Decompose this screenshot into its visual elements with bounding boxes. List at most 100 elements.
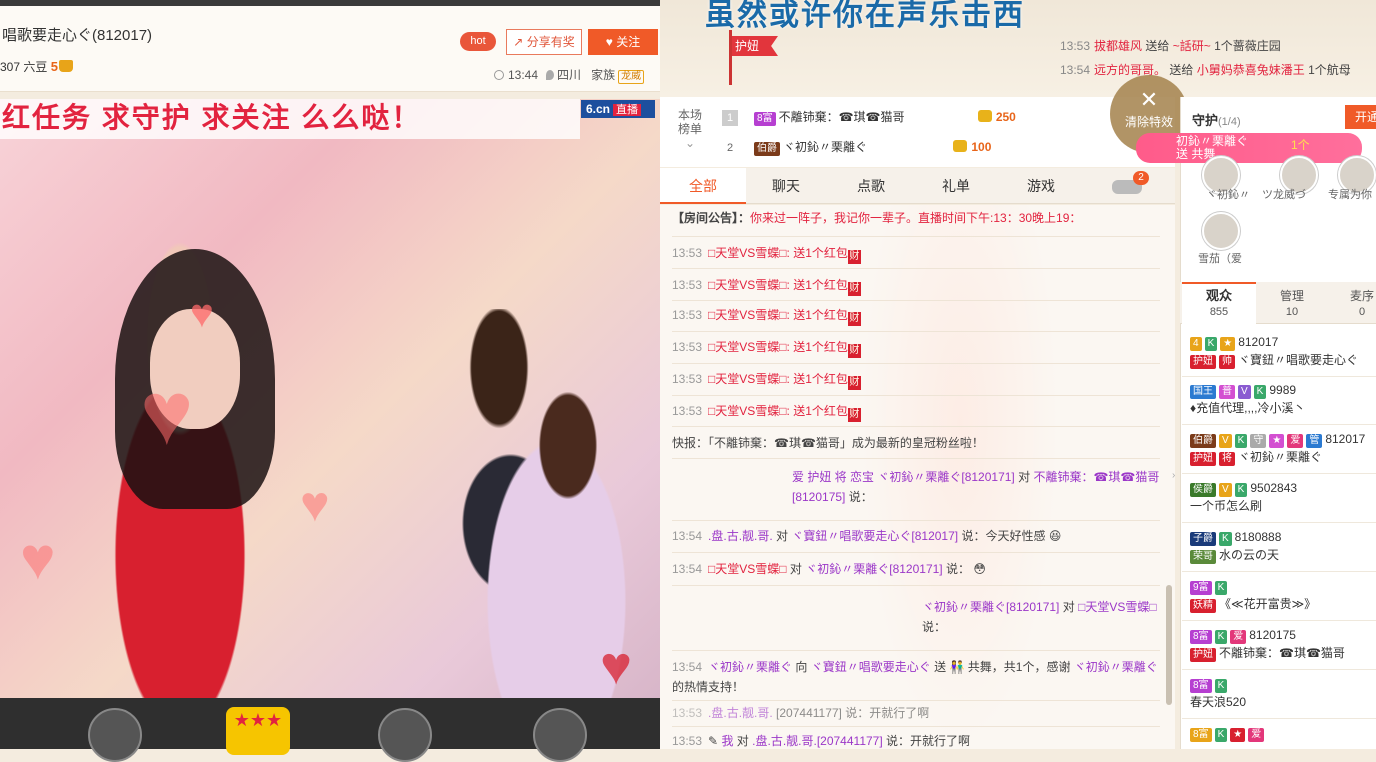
share-button[interactable]: ↗ 分享有奖 xyxy=(506,29,582,55)
guard-name: 专属为你 xyxy=(1328,189,1372,201)
room-subinfo: 307 六豆 5 xyxy=(0,58,73,75)
chevron-down-icon: ⌄ xyxy=(684,136,696,150)
red-envelope-icon: 财 xyxy=(847,282,861,296)
mic-seat-avatar[interactable] xyxy=(533,708,587,762)
audience-item[interactable]: 侯爵 V K 9502843 一个币怎么刷 xyxy=(1190,479,1297,515)
divider xyxy=(672,236,1160,237)
chat-dance-gift: 13:54 ヾ初鈊〃栗離ぐ 向 ヾ寶鈕〃唱歌要走心ぐ 送 👫 共舞，共1个，感谢 … xyxy=(672,660,1158,694)
ranking-row[interactable]: 1 8富 不離铈棄：☎琪☎猫哥 250 xyxy=(722,105,1016,129)
live-tag: 直播 xyxy=(613,104,642,116)
open-guard-button[interactable]: 开通 xyxy=(1345,105,1376,129)
audience-item[interactable]: 子爵 K 8180888 荣哥 水の云の天 xyxy=(1190,528,1281,564)
red-envelope-icon: 财 xyxy=(847,344,861,358)
divider xyxy=(672,650,1160,651)
divider xyxy=(672,520,1160,521)
heart-effect: ♥ xyxy=(140,364,194,464)
divider xyxy=(672,268,1160,269)
red-envelope-icon: 财 xyxy=(847,408,861,422)
gift-star-icon[interactable]: ★★★ xyxy=(226,707,290,755)
tab-games[interactable]: 游戏 xyxy=(998,168,1084,204)
chat-gift-line: 13:53 □天堂VS雪蝶□: 送1个红包财 xyxy=(672,372,861,390)
chat-message: 13:54 .盘.古.靓.哥. 对 ヾ寶鈕〃唱歌要走心ぐ[812017] 说：今天… xyxy=(672,529,1062,543)
flag-pole xyxy=(729,30,732,85)
chat-gift-line: 13:53 □天堂VS雪蝶□: 送1个红包财 xyxy=(672,278,861,296)
scrolling-big-text: 虽然或许你在声乐击西 xyxy=(705,0,1025,32)
follow-button[interactable]: ♥ 关注 xyxy=(588,29,658,55)
chat-message: ヾ初鈊〃栗離ぐ[8120171] 对 □天堂VS雪蝶□ 说： xyxy=(922,600,1157,634)
tab-mic-queue[interactable]: 麦序 0 xyxy=(1328,288,1376,320)
edit-icon: ✎ xyxy=(708,734,719,748)
collapse-arrow-icon[interactable]: › xyxy=(1172,470,1180,490)
video-player[interactable]: ♥ ♥ ♥ ♥ ♥ 红任务 求守护 求关注 么么哒！ 6.cn 直播 xyxy=(0,99,660,698)
chat-gift-line: 13:53 □天堂VS雪蝶□: 送1个红包财 xyxy=(672,246,861,264)
smile-emoji-icon: 😆 xyxy=(1048,529,1062,543)
tab-gift-list[interactable]: 礼单 xyxy=(913,168,999,204)
guard-title: 守护(1/4) xyxy=(1192,113,1241,128)
flash-news: 快报：「不離铈棄：☎琪☎猫哥」成为最新的皇冠粉丝啦！ xyxy=(672,436,984,450)
chat-scrollbar[interactable] xyxy=(1166,585,1172,705)
audience-item[interactable]: 8富 K 春天浪520 xyxy=(1190,675,1246,711)
divider xyxy=(1182,376,1376,377)
beans-count: 307 六豆 xyxy=(0,60,48,74)
live-time: 13:44 xyxy=(508,68,539,82)
audience-item[interactable]: 8富 K 爱 8120175 护妞 不離铈棄：☎琪☎猫哥 xyxy=(1190,626,1345,662)
audience-item[interactable]: 8富 K ★ 爱 xyxy=(1190,724,1267,742)
divider xyxy=(1182,718,1376,719)
guard-flag[interactable]: 护妞 xyxy=(732,36,778,56)
divider xyxy=(1182,424,1376,425)
heart-effect: ♥ xyxy=(190,292,214,336)
car-count-badge: 2 xyxy=(1133,171,1149,185)
tab-chat[interactable]: 聊天 xyxy=(743,168,829,204)
guard-name: ツ龙威づ xyxy=(1262,189,1306,201)
room-title: 唱歌要走心ぐ(812017) xyxy=(2,27,153,44)
sad-emoji-icon: 😳 xyxy=(973,562,986,576)
tab-song[interactable]: 点歌 xyxy=(828,168,914,204)
divider xyxy=(672,458,1160,459)
family-badge[interactable]: 龙威 xyxy=(618,70,645,84)
mic-seat-avatar[interactable] xyxy=(378,708,432,762)
hot-badge: hot xyxy=(460,32,496,51)
guard-avatar[interactable] xyxy=(1202,212,1240,250)
audience-item[interactable]: 伯爵 V K 守 ★ 爱管 812017 护妞将ヾ初鈊〃栗離ぐ xyxy=(1190,430,1365,466)
ranking-row[interactable]: 2 伯爵 ヾ初鈊〃栗離ぐ 100 xyxy=(722,135,991,159)
logo-text: 6.cn xyxy=(586,102,611,116)
audience-item[interactable]: 9富 K 妖精 《≪花开富贵≫》 xyxy=(1190,577,1316,613)
gift-tip-banner: 初鈊〃栗離ぐ 1个 送 共舞 xyxy=(1136,133,1362,163)
tab-all[interactable]: 全部 xyxy=(660,168,746,204)
chat-message: 13:54 □天堂VS雪蝶□ 对 ヾ初鈊〃栗離ぐ[8120171] 说： 😳 xyxy=(672,562,986,576)
coins-icon xyxy=(977,110,992,122)
tab-audience[interactable]: 观众 855 xyxy=(1185,288,1253,320)
divider xyxy=(1182,473,1376,474)
gift-broadcast-line: 13:54 远方的哥哥。 送给 小舅妈恭喜兔妹潘王 1个航母 xyxy=(1060,63,1351,77)
divider xyxy=(672,300,1160,301)
dance-icon: 👫 xyxy=(949,660,965,674)
site-logo: 6.cn 直播 xyxy=(581,100,655,118)
tab-managers[interactable]: 管理 10 xyxy=(1258,288,1326,320)
audience-item[interactable]: 国王普 V K 9989 ♦充值代理,,,,冷小溪丶 xyxy=(1190,381,1305,417)
guard-name: ヾ初鈊〃 xyxy=(1206,189,1250,201)
close-icon: ✕ xyxy=(1139,87,1159,112)
chat-gift-line: 13:53 □天堂VS雪蝶□: 送1个红包财 xyxy=(672,340,861,358)
divider xyxy=(672,395,1160,396)
chat-gift-line: 13:53 □天堂VS雪蝶□: 送1个红包财 xyxy=(672,308,861,326)
divider xyxy=(672,552,1160,553)
room-info: 13:44 四川 家族 龙威 xyxy=(494,66,645,84)
audience-item[interactable]: 4 K ★ 812017 护妞帅ヾ寶鈕〃唱歌要走心ぐ xyxy=(1190,333,1358,369)
heart-effect: ♥ xyxy=(600,636,633,696)
video-banner: 红任务 求守护 求关注 么么哒！ xyxy=(0,99,580,139)
chat-gift-line: 13:53 □天堂VS雪蝶□: 送1个红包财 xyxy=(672,404,861,422)
divider xyxy=(672,363,1160,364)
divider xyxy=(672,585,1160,586)
level-number: 5 xyxy=(50,59,58,74)
clock-icon xyxy=(494,70,504,80)
ranking-label[interactable]: 本场 榜单 ⌄ xyxy=(670,108,710,150)
divider xyxy=(1182,620,1376,621)
share-label: 分享有奖 xyxy=(526,35,575,49)
chat-message: 13:53 ✎ 我 对 .盘.古.靓.哥.[207441177] 说：开就行了啊 xyxy=(672,734,971,748)
mic-seat-avatar[interactable] xyxy=(88,708,142,762)
red-envelope-icon: 财 xyxy=(847,312,861,326)
gift-broadcast-line: 13:53 拔都雄风 送给 ~話研~ 1个蔷薇庄园 xyxy=(1060,39,1281,53)
location: 四川 xyxy=(557,68,582,82)
location-icon xyxy=(546,70,555,80)
crown-icon xyxy=(58,60,73,72)
